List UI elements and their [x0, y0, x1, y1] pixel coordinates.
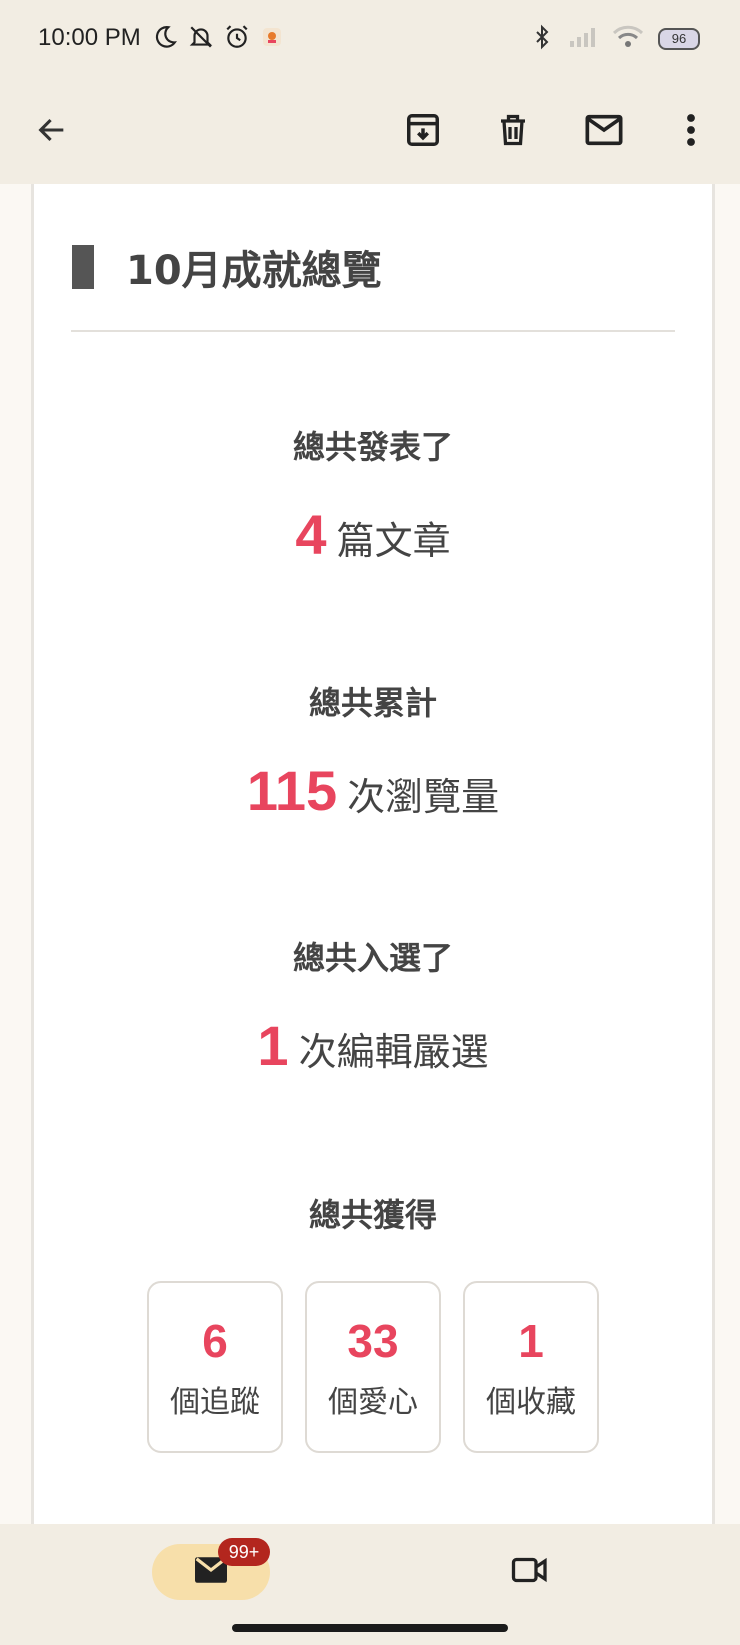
stat-unit-views: 次瀏覽量 — [347, 775, 500, 819]
mark-unread-button[interactable] — [578, 106, 630, 158]
delete-button[interactable] — [487, 106, 539, 158]
stat-unit-picks: 次編輯嚴選 — [298, 1030, 489, 1074]
status-icons-right: 96 — [530, 24, 700, 54]
stat-line-picks: 1 次編輯嚴選 — [34, 1013, 712, 1078]
battery-icon: 96 — [658, 28, 700, 50]
home-indicator[interactable] — [232, 1624, 508, 1632]
stat-label-views: 總共累計 — [308, 684, 437, 722]
status-icons-left — [152, 24, 284, 54]
bottom-nav: 99+ — [0, 1524, 740, 1645]
stat-unit-posts: 篇文章 — [336, 519, 451, 563]
likes-box[interactable]: 33 個愛心 — [305, 1281, 441, 1453]
followers-box[interactable]: 6 個追蹤 — [147, 1281, 283, 1453]
wifi-icon — [612, 25, 644, 53]
likes-unit: 個愛心 — [328, 1385, 418, 1420]
stat-line-views: 115 次瀏覽量 — [34, 758, 712, 823]
stat-number-views: 115 — [246, 759, 338, 822]
bookmarks-box[interactable]: 1 個收藏 — [463, 1281, 599, 1453]
followers-unit: 個追蹤 — [170, 1385, 260, 1420]
bell-off-icon — [188, 24, 214, 54]
stat-label-posts: 總共發表了 — [292, 428, 453, 466]
bookmarks-unit: 個收藏 — [486, 1385, 576, 1420]
stat-line-posts: 4 篇文章 — [34, 502, 712, 567]
gained-boxes: 6 個追蹤 33 個愛心 1 個收藏 — [34, 1281, 712, 1453]
meet-tab[interactable] — [500, 1544, 560, 1600]
stat-number-picks: 1 — [257, 1014, 289, 1077]
status-time: 10:00 PM — [38, 24, 141, 51]
archive-button[interactable] — [397, 106, 449, 158]
signal-icon — [568, 25, 598, 53]
moon-icon — [152, 24, 178, 54]
followers-number: 6 — [202, 1315, 228, 1367]
back-button[interactable] — [26, 106, 78, 158]
trash-icon — [495, 111, 531, 153]
heading-text: 10月成就總覽 — [126, 248, 382, 294]
section-heading: 10月成就總覽 — [72, 238, 382, 296]
status-bar: 10:00 PM 96 — [0, 0, 740, 80]
likes-number: 33 — [347, 1315, 399, 1367]
stat-label-picks: 總共入選了 — [292, 939, 453, 977]
mail-icon — [584, 113, 624, 151]
app-bar — [0, 80, 740, 184]
heading-bar — [72, 245, 94, 289]
email-content[interactable]: 10月成就總覽 總共發表了 4 篇文章 總共累計 115 次瀏覽量 總共入選了 1次… — [31, 184, 715, 1524]
video-icon — [510, 1555, 550, 1589]
more-options-button[interactable] — [665, 106, 717, 158]
archive-icon — [404, 111, 442, 153]
bookmarks-number: 1 — [518, 1315, 544, 1367]
divider — [71, 330, 675, 332]
stat-label-gained: 總共獲得 — [308, 1196, 437, 1234]
stat-number-posts: 4 — [295, 503, 327, 566]
bluetooth-icon — [530, 24, 554, 54]
alarm-icon — [224, 24, 250, 54]
app-notification-icon — [260, 25, 284, 53]
back-arrow-icon — [35, 113, 69, 151]
unread-badge: 99+ — [218, 1538, 270, 1566]
more-vert-icon — [685, 112, 697, 152]
